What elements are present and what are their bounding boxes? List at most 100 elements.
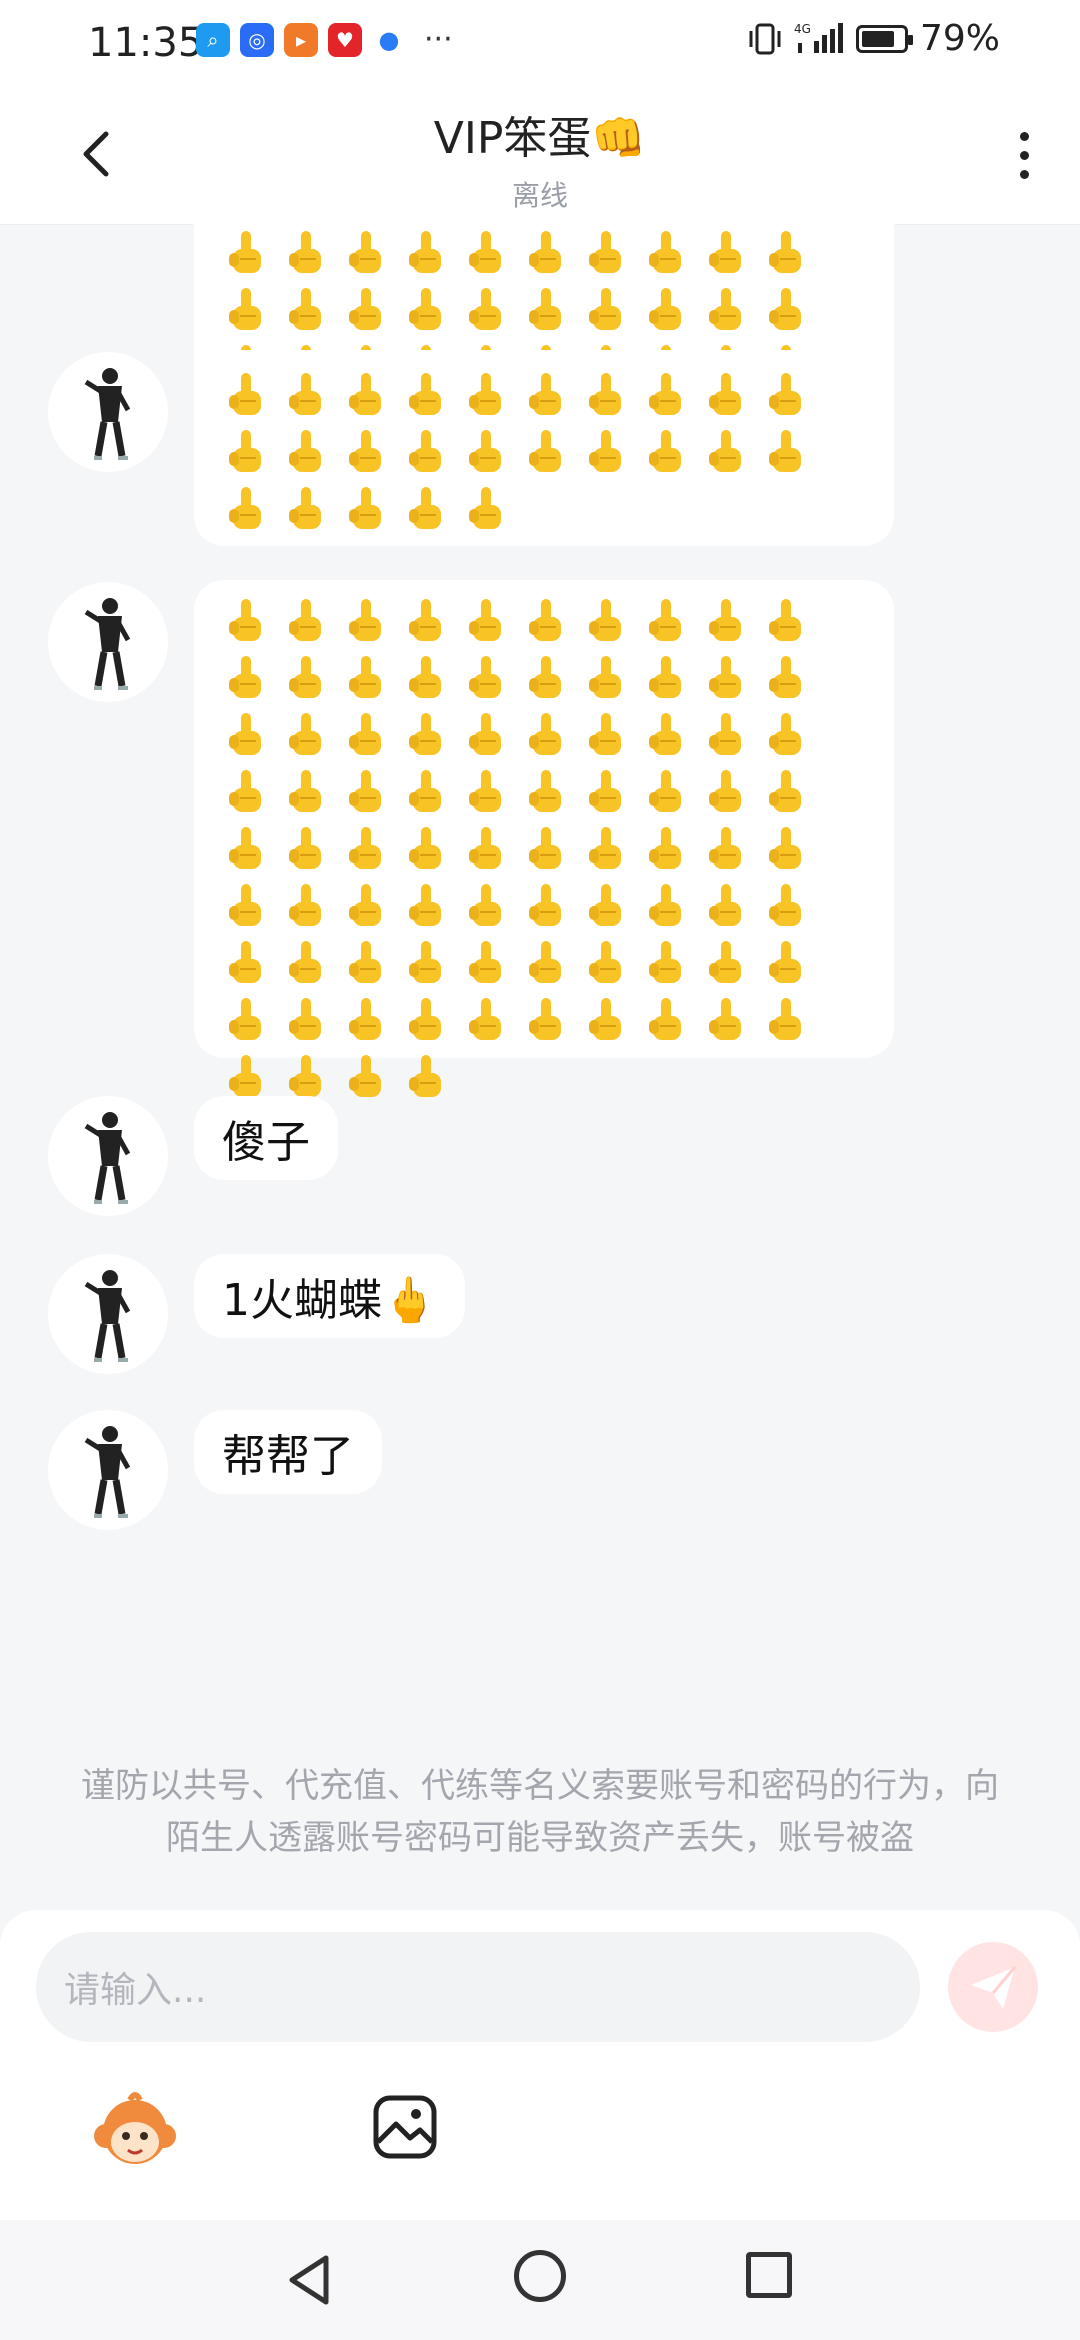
emoji-item bbox=[276, 706, 336, 763]
message-bubble[interactable]: 帮帮了 bbox=[194, 1410, 382, 1494]
middle-finger-emoji-icon bbox=[229, 429, 261, 472]
avatar[interactable] bbox=[48, 1410, 168, 1530]
emoji-item bbox=[516, 366, 576, 423]
emoji-item bbox=[396, 649, 456, 706]
emoji-item bbox=[216, 991, 276, 1048]
notification-icons: ⌕ ◎ ▸ ♥ ● ··· bbox=[196, 22, 453, 57]
middle-finger-emoji-icon bbox=[709, 883, 741, 926]
middle-finger-emoji-icon bbox=[349, 429, 381, 472]
emoji-item bbox=[216, 934, 276, 991]
avatar[interactable] bbox=[48, 352, 168, 472]
middle-finger-emoji-icon bbox=[709, 230, 741, 273]
emoji-item bbox=[636, 991, 696, 1048]
middle-finger-emoji-icon bbox=[409, 655, 441, 698]
image-button[interactable] bbox=[370, 2092, 440, 2162]
chat-header: VIP笨蛋👊 离线 bbox=[0, 84, 1080, 225]
chat-title: VIP笨蛋👊 bbox=[433, 113, 647, 164]
vibrate-icon bbox=[749, 23, 781, 54]
more-options-button[interactable] bbox=[994, 120, 1054, 190]
message-bubble[interactable] bbox=[194, 580, 894, 1097]
emoji-item bbox=[456, 991, 516, 1048]
middle-finger-emoji-icon bbox=[469, 712, 501, 755]
middle-finger-emoji-icon bbox=[229, 598, 261, 641]
emoji-item bbox=[336, 366, 396, 423]
message-bubble[interactable]: 1火蝴蝶🖕 bbox=[194, 1254, 465, 1338]
middle-finger-emoji-icon bbox=[409, 230, 441, 273]
message-bubble[interactable]: 傻子 bbox=[194, 1096, 338, 1180]
monkey-sticker-icon bbox=[94, 2092, 176, 2164]
system-nav-bar bbox=[0, 2220, 1080, 2340]
emoji-item bbox=[516, 224, 576, 281]
middle-finger-emoji-icon bbox=[229, 997, 261, 1040]
emoji-item bbox=[276, 480, 336, 537]
emoji-item bbox=[756, 706, 816, 763]
middle-finger-emoji-icon bbox=[409, 287, 441, 330]
emoji-item bbox=[516, 706, 576, 763]
emoji-item bbox=[636, 763, 696, 820]
emoji-item bbox=[756, 820, 816, 877]
emoji-item bbox=[456, 224, 516, 281]
emoji-item bbox=[336, 592, 396, 649]
emoji-item bbox=[756, 991, 816, 1048]
emoji-item bbox=[216, 423, 276, 480]
message-input[interactable]: 请输入... bbox=[36, 1932, 920, 2042]
middle-finger-emoji-icon bbox=[409, 826, 441, 869]
middle-finger-emoji-icon bbox=[469, 883, 501, 926]
middle-finger-emoji-icon bbox=[469, 230, 501, 273]
emoji-item bbox=[396, 706, 456, 763]
emoji-item bbox=[576, 366, 636, 423]
middle-finger-emoji-icon bbox=[289, 655, 321, 698]
middle-finger-emoji-icon bbox=[649, 883, 681, 926]
battery-tip bbox=[907, 34, 913, 45]
emoji-item bbox=[696, 281, 756, 338]
emoji-item bbox=[636, 224, 696, 281]
middle-finger-emoji-icon bbox=[709, 429, 741, 472]
status-time: 11:35 bbox=[88, 20, 204, 66]
emoji-item bbox=[336, 224, 396, 281]
safety-notice: 谨防以共号、代充值、代练等名义索要账号和密码的行为，向陌生人透露账号密码可能导致… bbox=[81, 1766, 999, 1858]
avatar[interactable] bbox=[48, 582, 168, 702]
message-bubble[interactable] bbox=[194, 350, 894, 546]
emoji-item bbox=[456, 934, 516, 991]
status-right: 4G 79% bbox=[748, 18, 1000, 59]
middle-finger-emoji-icon bbox=[649, 826, 681, 869]
emoji-item bbox=[756, 366, 816, 423]
status-bar: 11:35 ⌕ ◎ ▸ ♥ ● ··· 4G 79% bbox=[0, 0, 1080, 84]
middle-finger-emoji-icon bbox=[289, 372, 321, 415]
middle-finger-emoji-icon bbox=[589, 826, 621, 869]
emoji-item bbox=[576, 224, 636, 281]
emoji-item bbox=[636, 706, 696, 763]
globe-app-icon: ● bbox=[372, 22, 406, 57]
dancer-avatar-icon bbox=[84, 1270, 131, 1362]
middle-finger-emoji-icon bbox=[349, 712, 381, 755]
middle-finger-emoji-icon bbox=[589, 997, 621, 1040]
middle-finger-emoji-icon bbox=[769, 287, 801, 330]
emoji-item bbox=[576, 592, 636, 649]
dancer-avatar-icon bbox=[84, 598, 131, 690]
emoji-item bbox=[276, 366, 336, 423]
emoji-item bbox=[516, 423, 576, 480]
send-button[interactable] bbox=[948, 1942, 1038, 2032]
nav-home-button[interactable] bbox=[514, 2250, 566, 2302]
emoji-item bbox=[696, 423, 756, 480]
middle-finger-emoji-icon bbox=[529, 997, 561, 1040]
avatar[interactable] bbox=[48, 1096, 168, 1216]
battery-percent: 79% bbox=[919, 18, 1000, 59]
nav-back-button[interactable] bbox=[282, 2250, 338, 2310]
emoji-item bbox=[696, 366, 756, 423]
nav-recents-button[interactable] bbox=[746, 2252, 792, 2298]
middle-finger-emoji-icon bbox=[529, 940, 561, 983]
sticker-button[interactable] bbox=[90, 2088, 180, 2178]
middle-finger-emoji-icon bbox=[409, 769, 441, 812]
emoji-item bbox=[456, 281, 516, 338]
emoji-item bbox=[636, 366, 696, 423]
middle-finger-emoji-icon bbox=[529, 712, 561, 755]
menu-dot bbox=[1019, 169, 1029, 179]
message-list[interactable]: 傻子 1火蝴蝶🖕 帮帮了 bbox=[0, 224, 1080, 1910]
avatar[interactable] bbox=[48, 1254, 168, 1374]
emoji-item bbox=[636, 877, 696, 934]
middle-finger-emoji-icon bbox=[769, 826, 801, 869]
middle-finger-emoji-icon bbox=[529, 372, 561, 415]
emoji-item bbox=[516, 649, 576, 706]
middle-finger-emoji-icon bbox=[769, 883, 801, 926]
